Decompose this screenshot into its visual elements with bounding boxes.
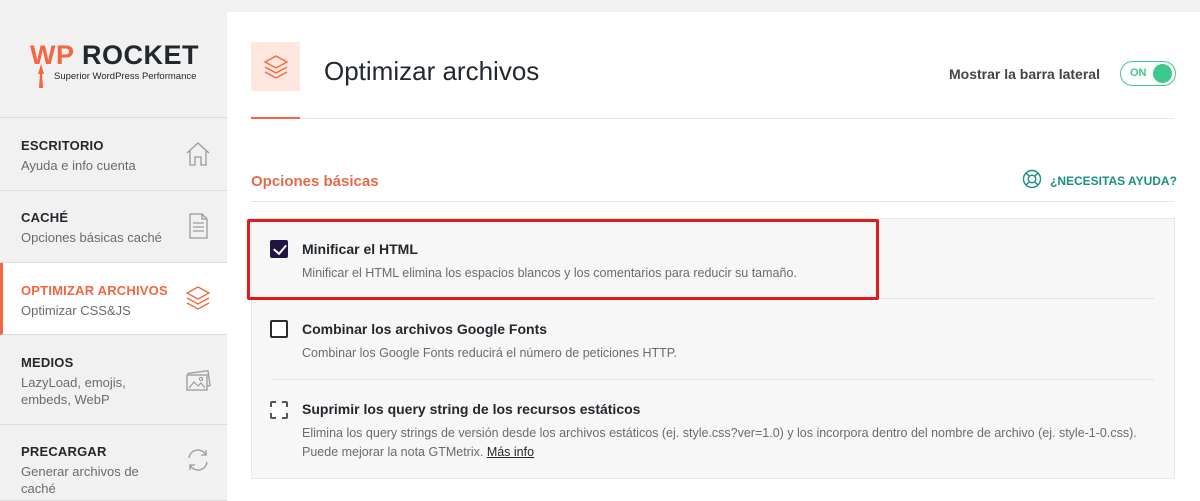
toggle-state-text: ON [1130, 67, 1147, 79]
sidebar-toggle-switch[interactable]: ON [1120, 61, 1176, 86]
images-icon [186, 369, 211, 391]
toggle-knob [1153, 64, 1172, 83]
option-title: Suprimir los query string de los recurso… [302, 401, 641, 417]
option-title: Combinar los archivos Google Fonts [302, 321, 548, 337]
sidebar-item-title: PRECARGAR [21, 444, 107, 459]
sidebar-item-subtitle: Optimizar CSS&JS [21, 303, 131, 318]
logo-rocket: ROCKET [82, 40, 200, 70]
sidebar-item-title: CACHÉ [21, 210, 69, 225]
option-remove-query-strings: Suprimir los query string de los recurso… [252, 379, 1174, 479]
refresh-icon [188, 449, 208, 471]
section-divider [251, 201, 1174, 202]
sidebar-item-subtitle: Generar archivos de caché [21, 464, 139, 496]
option-combine-google-fonts: Combinar los archivos Google Fonts Combi… [252, 299, 1174, 379]
sidebar-item-subtitle: Opciones básicas caché [21, 230, 162, 245]
help-label: ¿NECESITAS AYUDA? [1050, 174, 1177, 188]
home-icon [186, 142, 210, 166]
logo-tagline: Superior WordPress Performance [54, 71, 197, 82]
wp-rocket-logo[interactable]: WP ROCKET Superior WordPress Performance [0, 0, 227, 118]
option-description-text: Elimina los query strings de versión des… [302, 426, 1137, 459]
remove-query-strings-checkbox[interactable] [270, 401, 288, 419]
layers-icon [263, 54, 288, 79]
sidebar-item-subtitle: Ayuda e info cuenta [21, 158, 136, 173]
page-icon-underline [251, 117, 300, 119]
document-icon [189, 213, 208, 239]
highlight-box [247, 219, 879, 300]
sidebar-item-title: MEDIOS [21, 355, 74, 370]
sidebar-item-optimizar-archivos[interactable]: OPTIMIZAR ARCHIVOS Optimizar CSS&JS [0, 263, 227, 335]
help-link[interactable]: ¿NECESITAS AYUDA? [1022, 169, 1177, 191]
layers-icon [185, 286, 211, 310]
sidebar-toggle-label: Mostrar la barra lateral [949, 66, 1100, 82]
rocket-flame-icon [38, 64, 44, 88]
sidebar-item-medios[interactable]: MEDIOS LazyLoad, emojis, embeds, WebP [0, 335, 227, 425]
sidebar: WP ROCKET Superior WordPress Performance… [0, 0, 227, 501]
section-title: Opciones básicas [251, 173, 379, 190]
sidebar-item-cache[interactable]: CACHÉ Opciones básicas caché [0, 191, 227, 263]
logo-wp: WP [30, 40, 75, 70]
more-info-link[interactable]: Más info [487, 445, 534, 459]
sidebar-item-title: ESCRITORIO [21, 138, 104, 153]
logo-wordmark: WP ROCKET [30, 40, 199, 71]
option-description: Combinar los Google Fonts reducirá el nú… [302, 346, 677, 360]
page-title: Optimizar archivos [324, 56, 540, 86]
lifebuoy-icon [1022, 169, 1042, 189]
combine-google-fonts-checkbox[interactable] [270, 320, 288, 338]
sidebar-item-escritorio[interactable]: ESCRITORIO Ayuda e info cuenta [0, 119, 227, 191]
option-description: Elimina los query strings de versión des… [302, 424, 1147, 462]
page-icon [251, 42, 300, 91]
sidebar-item-title: OPTIMIZAR ARCHIVOS [21, 283, 168, 298]
sidebar-item-subtitle: LazyLoad, emojis, embeds, WebP [21, 375, 126, 407]
header-divider [300, 118, 1174, 119]
sidebar-item-precargar[interactable]: PRECARGAR Generar archivos de caché [0, 425, 227, 501]
